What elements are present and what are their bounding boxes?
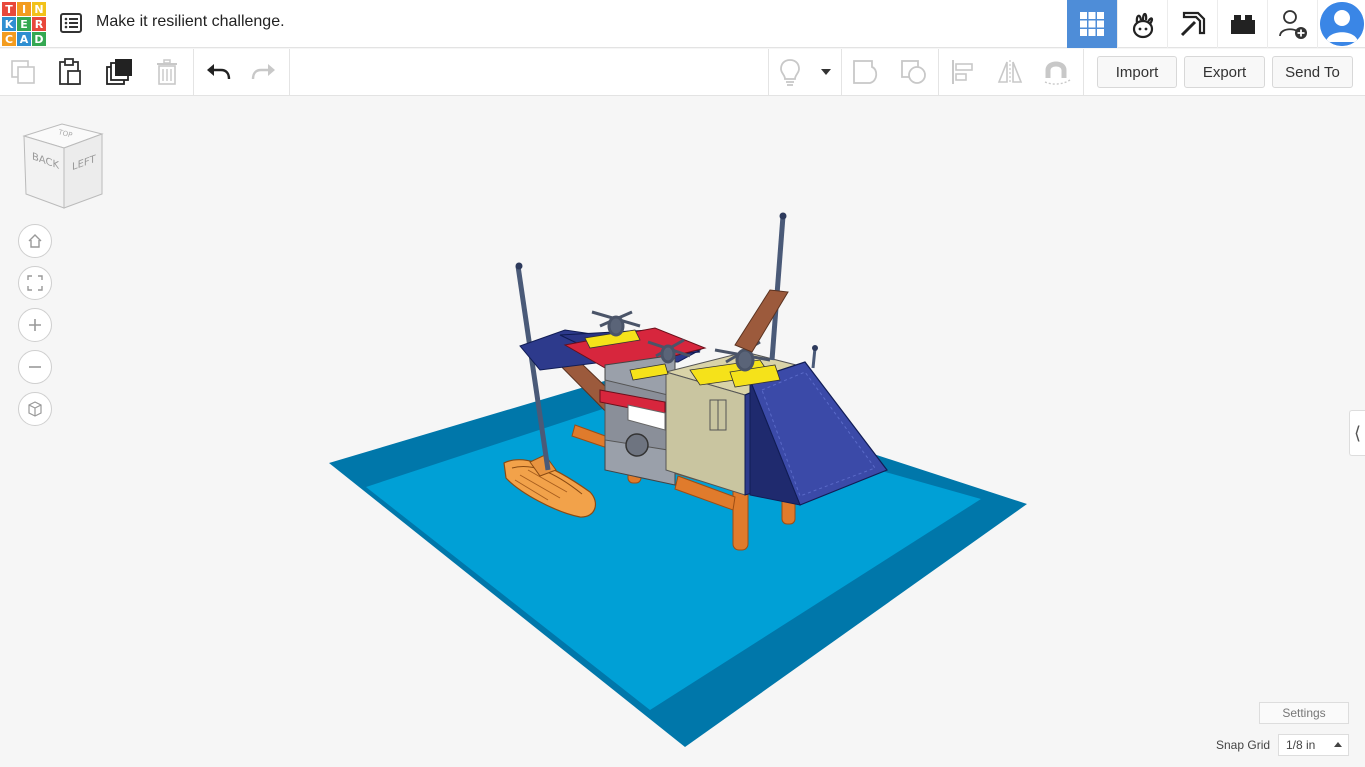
tinkercad-editor: TIN KER CAD Make it resilient challenge. I…: [0, 0, 1365, 767]
undo-icon: [207, 64, 231, 80]
copy-button[interactable]: [0, 49, 46, 95]
crane-right[interactable]: [734, 212, 818, 369]
paste-icon: [59, 58, 81, 85]
bricks-button[interactable]: [1217, 0, 1267, 48]
sim-lab-button[interactable]: [1117, 0, 1167, 48]
ungroup-button[interactable]: [891, 49, 937, 95]
zoom-in-button[interactable]: [18, 308, 52, 342]
plus-icon: [29, 319, 41, 331]
design-title[interactable]: Make it resilient challenge.: [96, 13, 285, 31]
shapes-panel-toggle[interactable]: ⟨: [1349, 410, 1365, 456]
cube-icon: [28, 401, 42, 417]
chevron-down-icon: [821, 69, 831, 75]
toolbar-divider: [1083, 49, 1084, 95]
zoom-out-button[interactable]: [18, 350, 52, 384]
list-icon: [60, 13, 82, 33]
user-avatar-icon: [1319, 2, 1364, 46]
copy-icon: [11, 60, 35, 84]
fit-view-icon: [27, 275, 43, 291]
minecraft-button[interactable]: [1167, 0, 1217, 48]
toolbar-divider: [289, 49, 290, 95]
cruise-button[interactable]: [1034, 49, 1080, 95]
header-icons: [1067, 0, 1365, 48]
paste-button[interactable]: [47, 49, 93, 95]
redo-icon: [251, 64, 275, 80]
3d-design-grid-icon: [1080, 12, 1104, 36]
duplicate-button[interactable]: [96, 49, 142, 95]
minus-icon: [29, 366, 41, 368]
undo-button[interactable]: [195, 49, 241, 95]
chevron-left-icon: ⟨: [1353, 422, 1362, 444]
avatar: [1319, 2, 1364, 46]
logo-letter: D: [32, 32, 46, 46]
3d-design-button[interactable]: [1067, 0, 1117, 48]
notes-light-button[interactable]: [767, 49, 813, 95]
caret-up-icon: [1334, 742, 1342, 747]
align-icon: [952, 60, 973, 84]
snap-grid-select[interactable]: 1/8 in: [1278, 734, 1349, 756]
ungroup-icon: [901, 60, 926, 84]
mirror-button[interactable]: [987, 49, 1033, 95]
minecraft-pickaxe-icon: [1180, 11, 1205, 37]
lego-brick-icon: [1230, 15, 1255, 34]
redo-button[interactable]: [241, 49, 287, 95]
home-icon: [28, 234, 42, 248]
toolbar-divider: [938, 49, 939, 95]
lightbulb-icon: [780, 59, 800, 86]
snap-grid-value: 1/8 in: [1286, 738, 1316, 752]
mirror-icon: [997, 60, 1023, 84]
view-cube[interactable]: TOP BACK LEFT: [20, 122, 108, 212]
sim-lab-icon: [1132, 12, 1153, 39]
design-list-button[interactable]: [58, 10, 84, 36]
home-view-button[interactable]: [18, 224, 52, 258]
edit-toolbar: Import Export Send To: [0, 49, 1365, 96]
logo-letter: N: [32, 2, 46, 16]
align-button[interactable]: [940, 49, 986, 95]
3d-scene[interactable]: [0, 96, 1365, 767]
logo-letter: T: [2, 2, 16, 16]
logo-letter: K: [2, 17, 16, 31]
logo-letter: A: [17, 32, 31, 46]
magnet-icon: [1044, 61, 1071, 85]
snap-grid-label: Snap Grid: [1216, 738, 1271, 752]
toolbar-divider: [193, 49, 194, 95]
workplane-viewport[interactable]: TOP BACK LEFT: [0, 96, 1365, 767]
logo-letter: I: [17, 2, 31, 16]
import-button[interactable]: Import: [1097, 56, 1177, 88]
duplicate-icon: [106, 59, 132, 85]
fit-view-button[interactable]: [18, 266, 52, 300]
trash-icon: [157, 59, 177, 85]
logo-letter: C: [2, 32, 16, 46]
export-button[interactable]: Export: [1184, 56, 1265, 88]
invite-collaborator-button[interactable]: [1267, 0, 1317, 48]
top-bar: TIN KER CAD Make it resilient challenge.: [0, 0, 1365, 48]
group-icon: [853, 60, 878, 84]
logo-letter: R: [32, 17, 46, 31]
send-to-button[interactable]: Send To: [1272, 56, 1353, 88]
view-cube-icon: TOP: [22, 123, 104, 209]
logo-letter: E: [17, 17, 31, 31]
toolbar-divider: [841, 49, 842, 95]
group-button[interactable]: [843, 49, 889, 95]
profile-button[interactable]: [1317, 0, 1365, 48]
perspective-button[interactable]: [18, 392, 52, 426]
delete-button[interactable]: [144, 49, 190, 95]
settings-button[interactable]: Settings: [1259, 702, 1349, 724]
tinkercad-logo[interactable]: TIN KER CAD: [2, 2, 46, 46]
notes-dropdown-button[interactable]: [813, 49, 839, 95]
add-user-icon: [1278, 10, 1307, 39]
